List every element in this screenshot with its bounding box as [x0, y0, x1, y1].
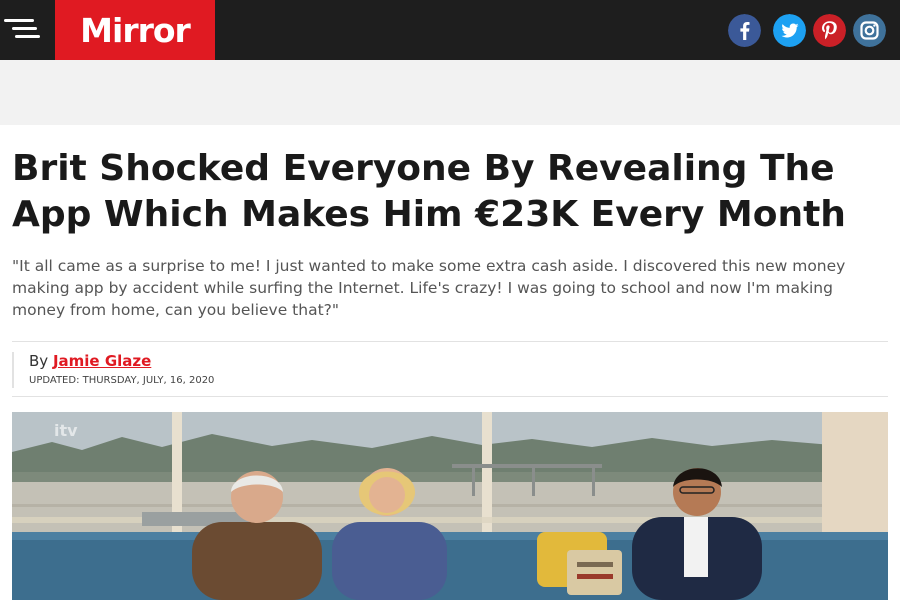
- menu-line: [15, 35, 40, 38]
- byline-divider: [12, 352, 14, 388]
- updated-date: UPDATED: THURSDAY, JULY, 16, 2020: [29, 375, 215, 386]
- site-logo[interactable]: Mirror: [55, 0, 215, 60]
- advertisement-slot: [0, 60, 900, 125]
- top-navigation-bar: Mirror: [0, 0, 900, 60]
- logo-text: Mirror: [80, 10, 191, 50]
- menu-line: [4, 19, 34, 22]
- byline-section: By Jamie Glaze UPDATED: THURSDAY, JULY, …: [12, 341, 888, 397]
- instagram-icon[interactable]: [853, 14, 886, 47]
- byline-prefix: By: [29, 352, 49, 370]
- hamburger-menu-icon[interactable]: [0, 0, 55, 60]
- menu-line: [12, 27, 37, 30]
- twitter-icon[interactable]: [773, 14, 806, 47]
- author-link[interactable]: Jamie Glaze: [53, 352, 151, 370]
- facebook-icon[interactable]: [728, 14, 761, 47]
- itv-watermark: itv: [54, 421, 78, 440]
- article-hero-image: itv: [12, 412, 888, 600]
- article-headline: Brit Shocked Everyone By Revealing The A…: [12, 148, 846, 235]
- pinterest-icon[interactable]: [813, 14, 846, 47]
- byline: By Jamie Glaze: [29, 352, 151, 370]
- article-standfirst: "It all came as a surprise to me! I just…: [12, 257, 846, 319]
